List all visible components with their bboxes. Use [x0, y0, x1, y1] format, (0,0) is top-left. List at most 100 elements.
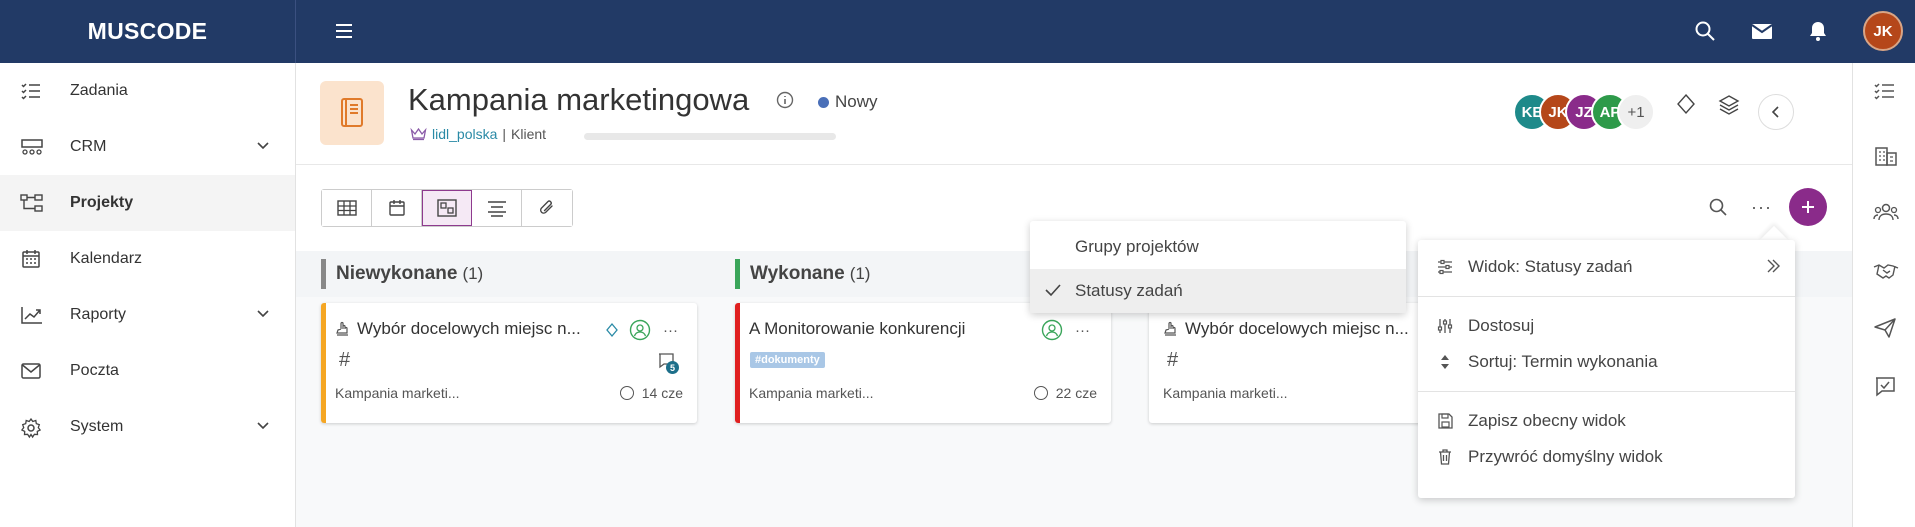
group-by-menu: Grupy projektów Statusy zadań — [1030, 221, 1406, 313]
hand-icon — [1163, 321, 1179, 337]
tag-badge[interactable]: #dokumenty — [750, 352, 825, 368]
diamond-icon[interactable] — [1676, 93, 1696, 115]
status-circle-icon — [1033, 386, 1048, 400]
due-date-text: 22 cze — [1055, 385, 1097, 401]
menu-item-sort[interactable]: Sortuj: Termin wykonania — [1418, 340, 1795, 384]
add-button[interactable] — [1789, 188, 1827, 226]
sidebar-item-label: CRM — [70, 138, 107, 155]
kanban-view-button[interactable] — [422, 190, 472, 226]
view-options-menu: Widok: Statusy zadań Dostosuj Sortuj: Te… — [1418, 240, 1795, 498]
save-icon — [1436, 412, 1454, 430]
card-title-wrap: Wybór docelowych miejsc n... — [1163, 319, 1409, 339]
card-title: Wybór docelowych miejsc n... — [1185, 319, 1409, 338]
card-title: Wybór docelowych miejsc n... — [357, 319, 581, 338]
plus-icon — [1802, 201, 1814, 213]
menu-item-statusy-zadan[interactable]: Statusy zadań — [1030, 269, 1406, 313]
sidebar-item-poczta[interactable]: Poczta — [0, 343, 295, 399]
client-label: Klient — [511, 126, 547, 142]
calendar-icon — [20, 249, 42, 269]
menu-item-label: Przywróć domyślny widok — [1468, 447, 1663, 466]
diamond-icon[interactable] — [605, 322, 619, 338]
list-view-button[interactable] — [472, 190, 522, 226]
task-card[interactable]: A Monitorowanie konkurencji ··· #dokumen… — [735, 303, 1111, 423]
chevron-left-icon — [1771, 106, 1779, 118]
attachments-view-button[interactable] — [522, 190, 572, 226]
more-options-icon[interactable]: ··· — [1751, 197, 1772, 218]
menu-item-view[interactable]: Widok: Statusy zadań — [1418, 245, 1795, 289]
reports-icon — [20, 305, 44, 325]
sidebar-item-label: Poczta — [70, 362, 119, 379]
sidebar-item-crm[interactable]: CRM — [0, 119, 295, 175]
sidebar-item-label: System — [70, 418, 124, 435]
hand-icon — [335, 321, 351, 337]
card-project: Kampania marketi... — [749, 385, 874, 401]
contacts-icon[interactable] — [1873, 201, 1899, 223]
crown-icon — [410, 127, 427, 141]
chevron-down-icon — [256, 421, 270, 431]
trash-icon — [1436, 448, 1454, 466]
more-options-icon[interactable]: ··· — [663, 322, 678, 339]
right-sidebar — [1852, 63, 1915, 527]
assignee-icon[interactable] — [629, 319, 651, 341]
card-actions: ··· — [605, 319, 678, 341]
search-icon[interactable] — [1694, 20, 1716, 42]
more-options-icon[interactable]: ··· — [1075, 322, 1090, 339]
calendar-view-button[interactable] — [372, 190, 422, 226]
top-bar: MUSCODE JK — [0, 0, 1915, 63]
tasks-icon[interactable] — [1873, 81, 1897, 101]
sort-icon — [1436, 353, 1454, 371]
assignee-icon[interactable] — [1041, 319, 1063, 341]
card-due-date[interactable]: 22 cze — [1033, 385, 1097, 401]
sidebar-item-label: Zadania — [70, 82, 128, 99]
crm-icon — [20, 137, 44, 157]
mail-icon[interactable] — [1750, 20, 1774, 42]
handshake-icon[interactable] — [1873, 261, 1899, 281]
approval-icon[interactable] — [1873, 375, 1897, 397]
hashtag-icon[interactable]: # — [339, 349, 350, 372]
bell-icon[interactable] — [1807, 20, 1829, 42]
menu-item-restore-view[interactable]: Przywróć domyślny widok — [1418, 435, 1795, 479]
status-circle-icon — [619, 386, 634, 400]
info-icon[interactable] — [776, 91, 794, 109]
page-title: Kampania marketingowa — [408, 82, 750, 117]
collapse-button[interactable] — [1758, 94, 1794, 130]
client-link[interactable]: lidl_polska — [432, 126, 497, 142]
comment-count-badge: 5 — [666, 361, 679, 374]
menu-item-label: Sortuj: Termin wykonania — [1468, 352, 1658, 371]
settings-icon — [20, 417, 42, 439]
menu-item-label: Zapisz obecny widok — [1468, 411, 1626, 430]
chevron-down-icon — [256, 309, 270, 319]
user-avatar[interactable]: JK — [1863, 11, 1903, 51]
sidebar-item-zadania[interactable]: Zadania — [0, 63, 295, 119]
search-icon[interactable] — [1708, 197, 1728, 217]
sidebar: Zadania CRM Projekty Kalendarz Raporty P… — [0, 63, 296, 527]
status-dot — [818, 96, 829, 108]
tune-icon — [1436, 317, 1454, 335]
more-members[interactable]: +1 — [1617, 93, 1655, 131]
comments-icon[interactable]: 5 — [656, 351, 679, 374]
send-icon[interactable] — [1873, 317, 1897, 339]
card-due-date[interactable]: 14 cze — [619, 385, 683, 401]
sidebar-item-system[interactable]: System — [0, 399, 295, 455]
sliders-icon — [1436, 258, 1454, 276]
menu-divider — [1418, 391, 1795, 392]
menu-item-grupy-projektow[interactable]: Grupy projektów — [1030, 225, 1406, 269]
layers-icon[interactable] — [1718, 93, 1740, 115]
sidebar-item-raporty[interactable]: Raporty — [0, 287, 295, 343]
view-switcher — [321, 189, 573, 227]
status-badge[interactable]: Nowy — [818, 92, 878, 112]
building-icon[interactable] — [1873, 145, 1899, 167]
sidebar-item-kalendarz[interactable]: Kalendarz — [0, 231, 295, 287]
card-title-wrap: Wybór docelowych miejsc n... — [335, 319, 581, 339]
card-project: Kampania marketi... — [1163, 385, 1288, 401]
hamburger-menu-icon[interactable] — [333, 20, 355, 42]
hashtag-icon[interactable]: # — [1167, 349, 1178, 372]
column-header-niewykonane: Niewykonane (1) — [296, 251, 710, 297]
menu-item-label: Dostosuj — [1468, 316, 1535, 335]
sidebar-item-projekty[interactable]: Projekty — [0, 175, 295, 231]
app-logo[interactable]: MUSCODE — [0, 0, 296, 63]
check-icon — [1044, 282, 1062, 298]
task-card[interactable]: Wybór docelowych miejsc n... ··· # 5 Kam… — [321, 303, 697, 423]
table-view-button[interactable] — [322, 190, 372, 226]
client-info: lidl_polska | Klient — [410, 126, 546, 142]
